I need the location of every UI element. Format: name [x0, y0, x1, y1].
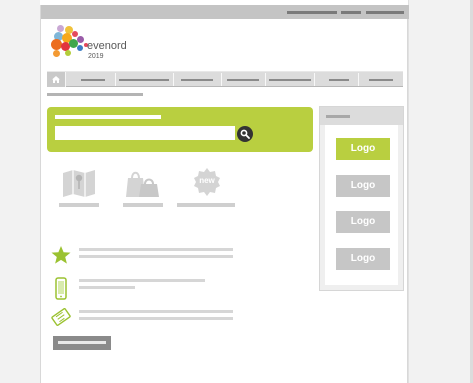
list-line	[79, 310, 233, 313]
top-link-3[interactable]	[366, 11, 404, 14]
top-link-2[interactable]	[341, 11, 361, 14]
sponsor-logo-3[interactable]: Logo	[336, 211, 390, 233]
logo-dot	[53, 50, 60, 57]
star-icon	[51, 246, 71, 264]
sponsor-logo-2[interactable]: Logo	[336, 175, 390, 197]
list-item[interactable]	[51, 277, 205, 306]
mobile-phone-icon	[55, 277, 67, 300]
top-link-1[interactable]	[287, 11, 337, 14]
more-button-label	[58, 341, 106, 344]
right-margin	[408, 0, 473, 383]
more-button[interactable]	[53, 336, 111, 350]
nav-divider	[358, 73, 359, 86]
brand-year: 2019	[88, 53, 104, 60]
feature-label	[177, 203, 235, 207]
list-line	[79, 248, 233, 251]
search-input[interactable]	[55, 126, 235, 140]
nav-divider	[173, 73, 174, 86]
nav-home[interactable]	[47, 72, 66, 87]
ticket-icon	[51, 308, 71, 326]
nav-divider	[265, 73, 266, 86]
list-item[interactable]	[51, 308, 233, 331]
home-icon	[52, 76, 60, 83]
nav-item-6[interactable]	[329, 79, 349, 81]
logo-dot	[57, 25, 64, 32]
sponsor-panel-header	[320, 107, 403, 125]
list-line	[79, 286, 135, 289]
feature-map[interactable]	[59, 167, 99, 207]
feature-new[interactable]: new	[177, 167, 237, 207]
left-margin	[0, 0, 40, 383]
shopping-bag-icon	[126, 171, 159, 197]
search-title	[55, 115, 161, 119]
nav-item-3[interactable]	[181, 79, 213, 81]
map-icon	[63, 170, 95, 197]
page-container: evenord 2019 new Logo Logo Logo Logo	[40, 5, 409, 383]
nav-item-5[interactable]	[269, 79, 311, 81]
logo-dot	[77, 45, 83, 51]
logo-dot	[65, 50, 71, 56]
breadcrumb	[47, 93, 143, 96]
nav-item-4[interactable]	[227, 79, 259, 81]
logo-dot	[77, 36, 84, 43]
new-badge-text: new	[199, 176, 215, 185]
main-navigation	[47, 71, 403, 87]
sponsor-logo-4[interactable]: Logo	[336, 248, 390, 270]
search-panel	[47, 107, 313, 152]
nav-divider	[314, 73, 315, 86]
list-item[interactable]	[51, 246, 233, 269]
nav-item-7[interactable]	[369, 79, 393, 81]
feature-label	[59, 203, 99, 207]
search-icon	[240, 129, 250, 139]
brand-name: evenord	[87, 40, 127, 52]
nav-divider	[115, 73, 116, 86]
search-button[interactable]	[237, 126, 253, 142]
list-line	[79, 279, 205, 282]
sponsor-panel: Logo Logo Logo Logo	[319, 106, 404, 291]
sponsor-panel-title	[326, 115, 350, 118]
nav-item-2[interactable]	[119, 79, 169, 81]
list-line	[79, 317, 233, 320]
nav-item-1[interactable]	[81, 79, 105, 81]
feature-shopping[interactable]	[123, 167, 163, 207]
sponsor-logo-1[interactable]: Logo	[336, 138, 390, 160]
nav-divider	[221, 73, 222, 86]
list-line	[79, 255, 233, 258]
top-utility-bar	[41, 5, 409, 19]
feature-label	[123, 203, 163, 207]
